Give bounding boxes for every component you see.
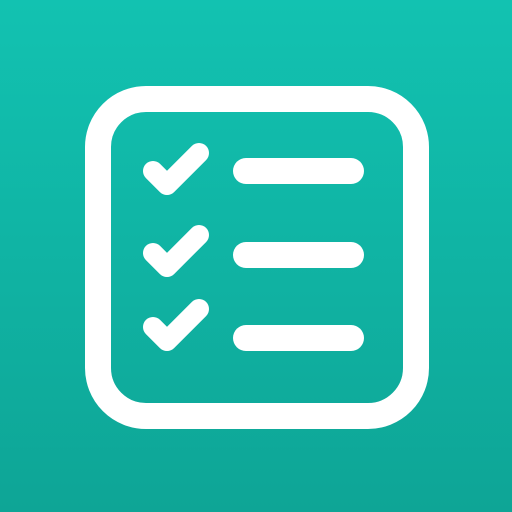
checkmark-icon xyxy=(143,225,209,277)
checkmark-icon xyxy=(143,143,209,195)
app-icon[interactable] xyxy=(0,0,512,512)
checklist-row-3 xyxy=(143,299,364,351)
checklist-row-2 xyxy=(143,225,364,277)
checklist-row-1 xyxy=(143,143,364,195)
checkmark-icon xyxy=(143,299,209,351)
checklist-icon xyxy=(85,86,429,429)
